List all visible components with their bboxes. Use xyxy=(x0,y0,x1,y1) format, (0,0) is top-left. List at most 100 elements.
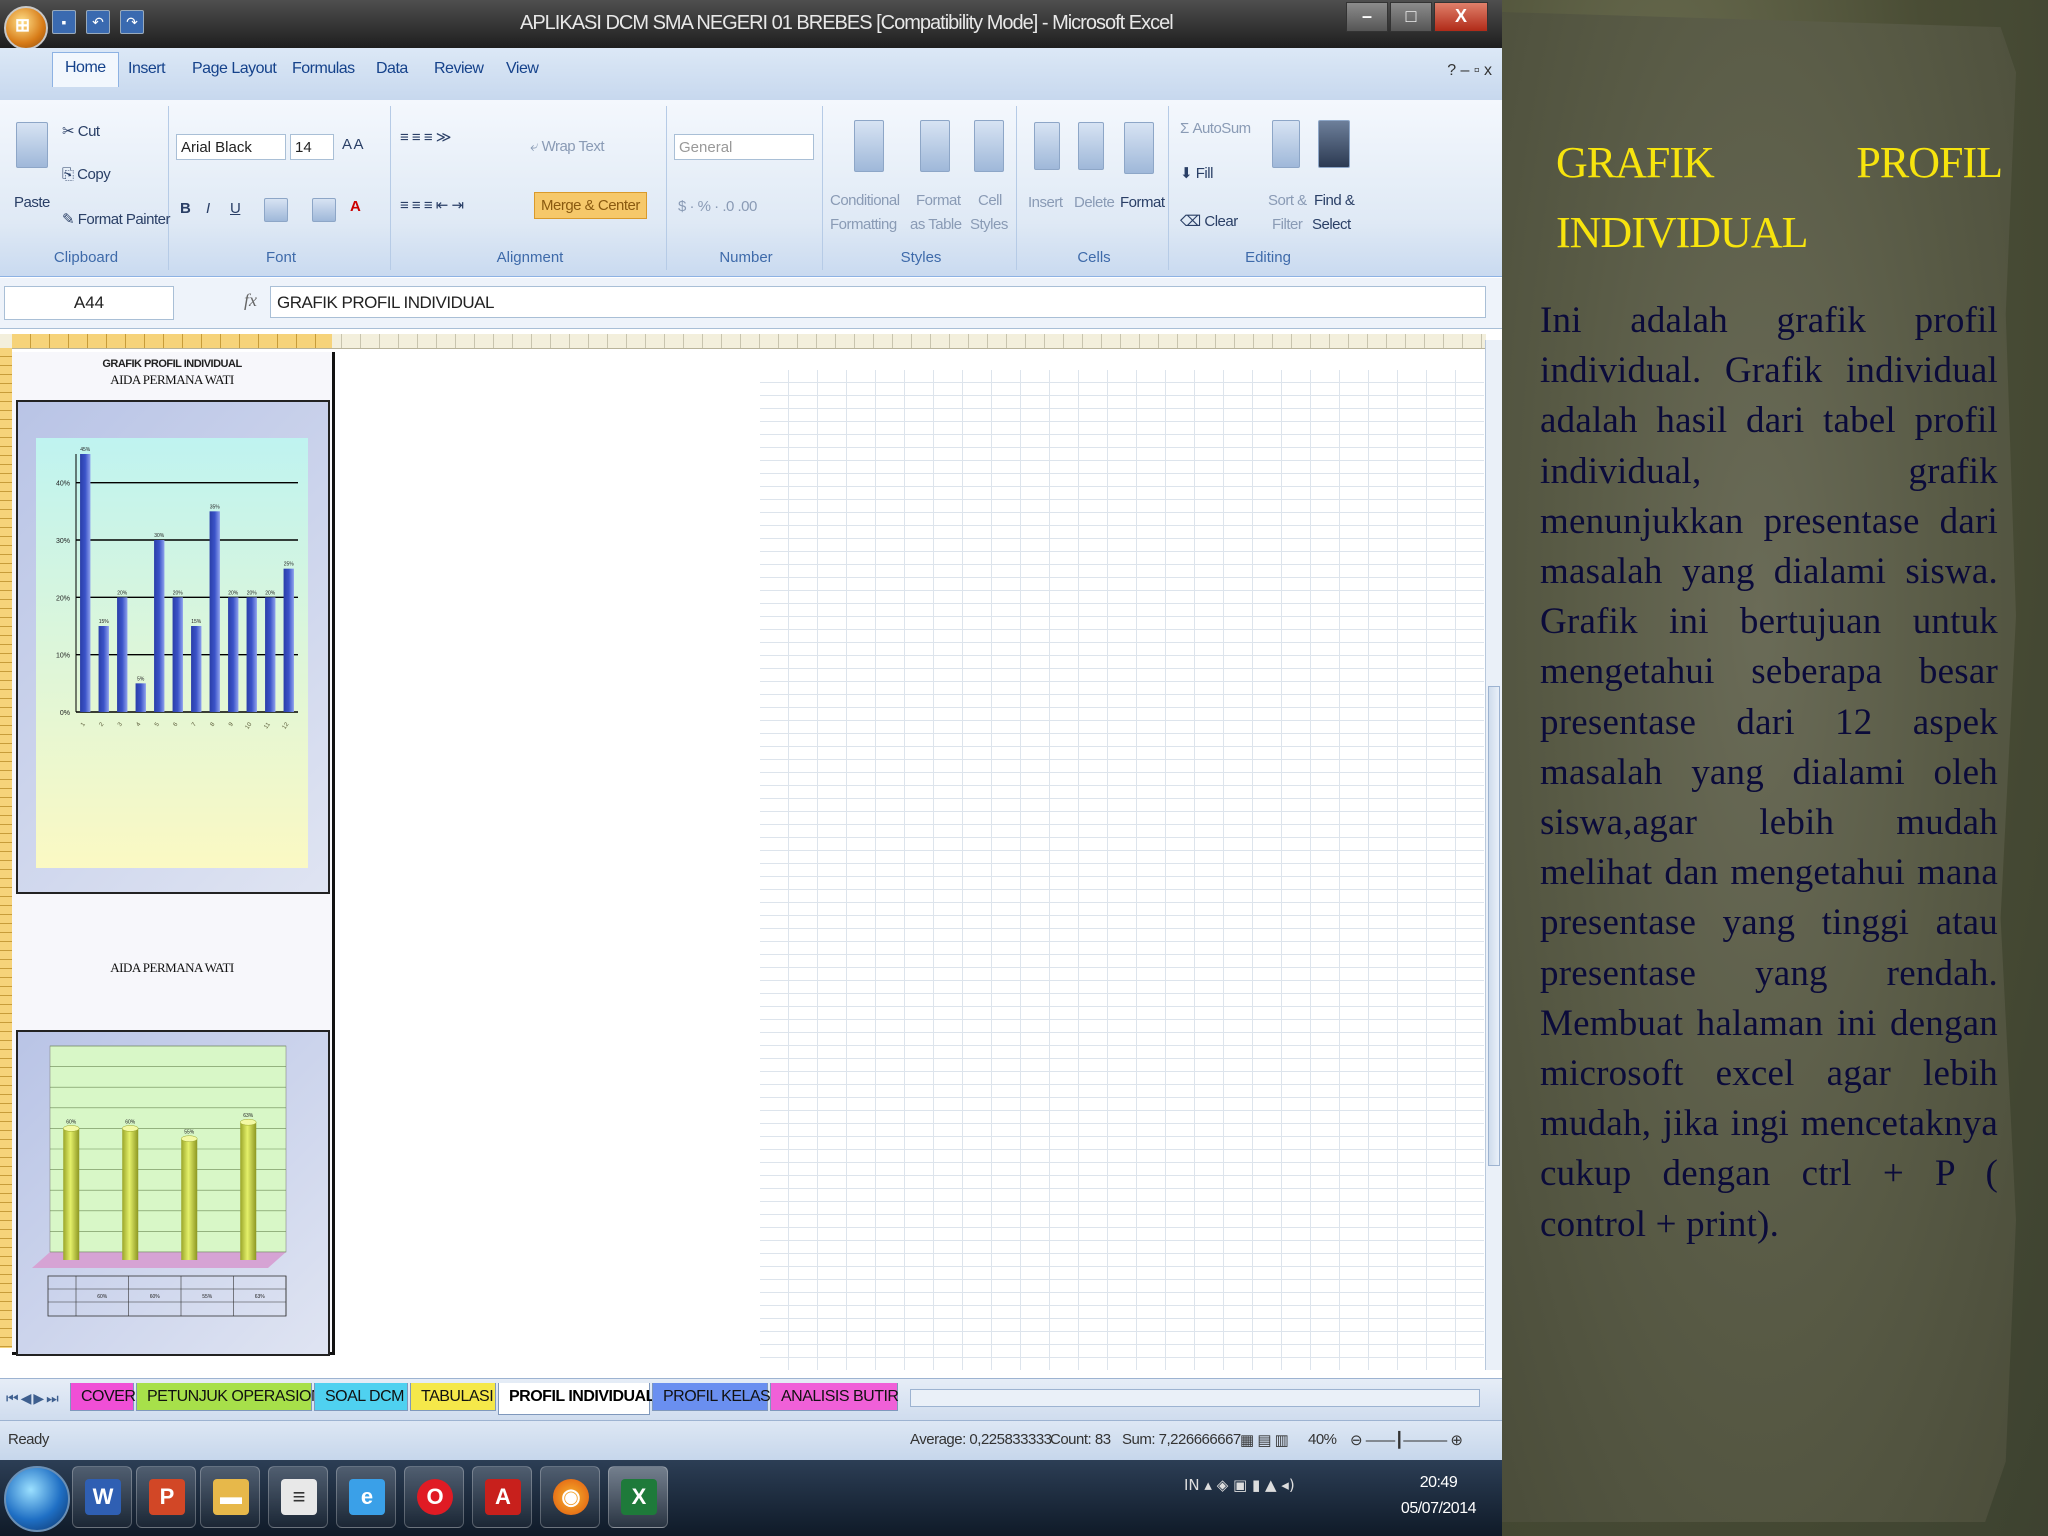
taskbar-explorer[interactable]: ▬ xyxy=(200,1466,260,1528)
vertical-scroll-thumb[interactable] xyxy=(1488,686,1500,1166)
sort-filter-icon[interactable] xyxy=(1272,120,1300,168)
sheet-tab-profil-kelas[interactable]: PROFIL KELAS xyxy=(652,1383,771,1411)
zoom-slider[interactable]: ⊖ ——┃——— ⊕ xyxy=(1350,1431,1463,1449)
clock[interactable]: 20:49 05/07/2014 xyxy=(1401,1470,1477,1522)
tab-view[interactable]: View xyxy=(506,60,539,78)
insert-function-icon[interactable]: fx xyxy=(244,290,257,311)
formula-input[interactable]: GRAFIK PROFIL INDIVIDUAL xyxy=(270,286,1486,318)
sheet-nav-arrows-icon[interactable]: ⏮◀▶⏭ xyxy=(6,1391,61,1407)
sheet-tab-petunjuk-operasional[interactable]: PETUNJUK OPERASIONAL xyxy=(136,1383,341,1411)
sheet-tab-tabulasi[interactable]: TABULASI xyxy=(410,1383,496,1411)
chart1-data-label: 15% xyxy=(99,619,110,625)
find-select-button[interactable]: Find & xyxy=(1314,192,1355,209)
horizontal-scrollbar[interactable] xyxy=(910,1389,1480,1407)
name-box[interactable]: A44 xyxy=(4,286,174,320)
chart1-data-label: 5% xyxy=(137,676,145,682)
office-button[interactable]: ⊞ xyxy=(4,6,48,50)
delete-cells-icon[interactable] xyxy=(1078,122,1104,170)
vertical-scrollbar[interactable] xyxy=(1485,340,1502,1370)
redo-icon[interactable]: ↷ xyxy=(120,10,144,34)
format-as-table-button[interactable]: Format xyxy=(916,192,961,209)
format-cells-icon[interactable] xyxy=(1124,122,1154,174)
sheet-tab-soal-dcm[interactable]: SOAL DCM xyxy=(314,1383,408,1411)
taskbar-opera[interactable]: O xyxy=(404,1466,464,1528)
individual-profile-chart[interactable]: 0% 10% 20% 30% 40% 45% 1 15% 2 20% 3 5% 4 30% 5 20% 6 15%… xyxy=(16,400,330,894)
taskbar-ie[interactable]: e xyxy=(336,1466,396,1528)
system-tray[interactable]: IN ▴ ◈ ▣ ▮ ▲ ◂) xyxy=(1184,1476,1295,1494)
underline-icon[interactable]: U xyxy=(230,200,241,217)
align-left-icon[interactable]: ≡ ≡ ≡ ⇤ ⇥ xyxy=(400,196,464,214)
font-color-icon[interactable]: A xyxy=(350,198,361,215)
insert-cells-button[interactable]: Insert xyxy=(1028,194,1063,211)
language-indicator[interactable]: IN xyxy=(1184,1476,1200,1494)
copy-button[interactable]: ⎘ Copy xyxy=(62,166,111,183)
format-painter-button[interactable]: ✎ Format Painter xyxy=(62,210,170,228)
cells-group-label: Cells xyxy=(1077,249,1111,266)
number-format-select[interactable]: General xyxy=(674,134,814,160)
summary-3d-chart[interactable]: 60% 60% 55% 63% 60% 60% 55% 63% xyxy=(16,1030,330,1356)
help-icon[interactable]: ? – ▫ x xyxy=(1447,62,1492,80)
font-name-select[interactable]: Arial Black xyxy=(176,134,286,160)
autosum-button[interactable]: Σ AutoSum xyxy=(1180,120,1251,137)
format-cells-button[interactable]: Format xyxy=(1120,194,1165,211)
cut-button[interactable]: ✂ Cut xyxy=(62,122,100,140)
zoom-level[interactable]: 40% xyxy=(1308,1431,1337,1448)
tab-review[interactable]: Review xyxy=(434,60,484,78)
start-button[interactable] xyxy=(4,1466,70,1532)
chart1-data-label: 25% xyxy=(284,562,295,568)
paste-button[interactable]: Paste xyxy=(14,194,50,211)
italic-icon[interactable]: I xyxy=(206,200,210,217)
tab-formulas[interactable]: Formulas xyxy=(292,60,355,78)
wrap-text-button[interactable]: ⤶ Wrap Text xyxy=(530,138,605,155)
insert-cells-icon[interactable] xyxy=(1034,122,1060,170)
chart1-bar xyxy=(191,626,202,712)
taskbar-word[interactable]: W xyxy=(72,1466,132,1528)
clipboard-group-label: Clipboard xyxy=(53,249,119,266)
close-button[interactable]: X xyxy=(1434,2,1488,32)
font-size-select[interactable]: 14 xyxy=(290,134,334,160)
delete-cells-button[interactable]: Delete xyxy=(1074,194,1115,211)
view-buttons-icon[interactable]: ▦ ▤ ▥ xyxy=(1240,1431,1289,1449)
bold-icon[interactable]: B xyxy=(180,200,191,217)
paste-icon[interactable] xyxy=(16,122,48,168)
tab-insert[interactable]: Insert xyxy=(128,60,166,78)
fill-button[interactable]: ⬇ Fill xyxy=(1180,164,1213,182)
sheet-tab-profil-individual[interactable]: PROFIL INDIVIDUAL xyxy=(498,1383,655,1415)
align-top-icon[interactable]: ≡ ≡ ≡ ≫ xyxy=(400,128,451,146)
tab-page-layout[interactable]: Page Layout xyxy=(192,60,277,78)
taskbar-excel[interactable]: X xyxy=(608,1466,668,1528)
taskbar-pdf[interactable]: A xyxy=(472,1466,532,1528)
cell-grid[interactable] xyxy=(760,370,1484,1370)
clear-button[interactable]: ⌫ Clear xyxy=(1180,212,1238,230)
save-icon[interactable]: ▪ xyxy=(52,10,76,34)
conditional-formatting-button[interactable]: Conditional xyxy=(830,192,900,209)
tab-home[interactable]: Home xyxy=(52,52,119,87)
merge-center-button[interactable]: Merge & Center xyxy=(534,192,647,219)
office-logo-icon: ⊞ xyxy=(15,15,31,35)
maximize-button[interactable]: □ xyxy=(1390,2,1432,32)
fill-color-icon[interactable] xyxy=(312,198,336,222)
worksheet[interactable]: GRAFIK PROFIL INDIVIDUAL AIDA PERMANA WA… xyxy=(0,330,1502,1374)
taskbar-firefox[interactable]: ◉ xyxy=(540,1466,600,1528)
chart2-bar-top xyxy=(239,1118,257,1126)
sheet-tab-analisis-butir[interactable]: ANALISIS BUTIR xyxy=(770,1383,899,1411)
borders-icon[interactable] xyxy=(264,198,288,222)
cell-styles-icon[interactable] xyxy=(974,120,1004,172)
taskbar-notepad[interactable]: ≡ xyxy=(268,1466,328,1528)
taskbar-powerpoint[interactable]: P xyxy=(136,1466,196,1528)
row-headers[interactable] xyxy=(0,348,12,1348)
conditional-formatting-icon[interactable] xyxy=(854,120,884,172)
tab-data[interactable]: Data xyxy=(376,60,408,78)
cell-styles-button[interactable]: Cell xyxy=(978,192,1002,209)
binoculars-icon[interactable] xyxy=(1318,120,1350,168)
sort-filter-button[interactable]: Sort & xyxy=(1268,192,1307,209)
currency-icon[interactable]: $ · % · .0 .00 xyxy=(678,198,757,215)
conditional-formatting-label: Formatting xyxy=(830,216,897,233)
grow-font-icon[interactable]: A A xyxy=(342,136,364,153)
minimize-button[interactable]: – xyxy=(1346,2,1388,32)
column-headers[interactable] xyxy=(0,334,1486,349)
undo-icon[interactable]: ↶ xyxy=(86,10,110,34)
format-as-table-icon[interactable] xyxy=(920,120,950,172)
format-as-table-label: as Table xyxy=(910,216,962,233)
sheet-tab-cover[interactable]: COVER xyxy=(70,1383,136,1411)
